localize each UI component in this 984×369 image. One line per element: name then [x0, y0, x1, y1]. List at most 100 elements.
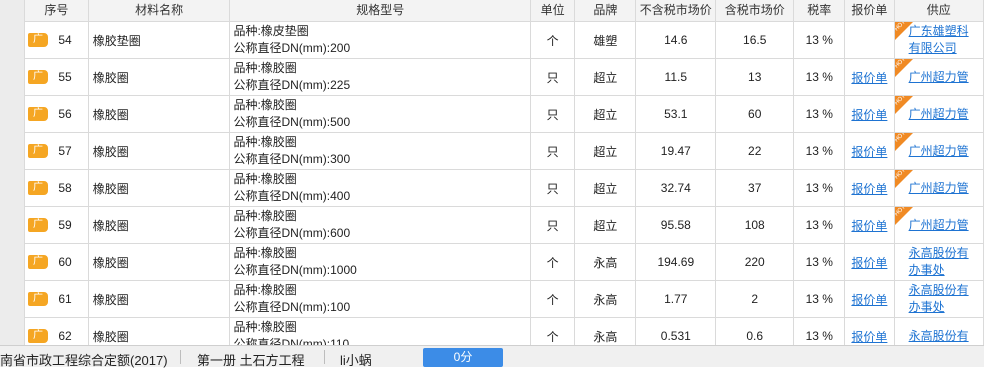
status-bar: 南省市政工程综合定额(2017) 第一册 土石方工程 li小蜗 0分 — [0, 345, 984, 369]
table-row[interactable]: 广 54 橡胶垫圈 品种:橡皮垫圈 公称直径DN(mm):200 个雄塑 14.6 16.5 1… — [24, 21, 984, 59]
quote-link[interactable]: 报价单 — [851, 330, 887, 344]
cell-material-name: 橡胶圈 — [87, 206, 231, 244]
spec-diameter: 公称直径DN(mm):400 — [233, 189, 351, 203]
column-header-tax-rate[interactable]: 税率 — [793, 0, 846, 22]
material-tag-icon[interactable]: 广 — [28, 107, 48, 122]
supplier-link[interactable]: 广州超力管 — [909, 180, 983, 197]
status-volume-name[interactable]: 第一册 土石方工程 — [197, 350, 305, 369]
quote-link[interactable]: 报价单 — [851, 145, 887, 159]
cell-seq: 广 61 — [24, 280, 89, 318]
supplier-link[interactable]: 广州超力管 — [909, 69, 983, 86]
status-user-name[interactable]: li小蜗 — [340, 350, 372, 369]
cell-price-ex-tax: 53.1 — [635, 95, 717, 133]
spec-variety: 品种:橡皮垫圈 — [233, 24, 309, 38]
quote-link[interactable]: 报价单 — [851, 108, 887, 122]
supplier-link[interactable]: 广州超力管 — [909, 106, 983, 123]
table-row[interactable]: 广 55 橡胶圈 品种:橡胶圈 公称直径DN(mm):225 只超立 11.5 13 13 % 报… — [24, 58, 984, 96]
cell-price-in-tax: 22 — [715, 132, 795, 170]
cell-price-ex-tax: 32.74 — [635, 169, 717, 207]
material-tag-icon[interactable]: 广 — [28, 292, 48, 307]
cell-price-in-tax: 16.5 — [715, 21, 795, 59]
spec-variety: 品种:橡胶圈 — [233, 209, 297, 223]
spec-variety: 品种:橡胶圈 — [233, 61, 297, 75]
cell-brand: 超立 — [574, 132, 637, 170]
cell-price-ex-tax: 19.47 — [635, 132, 717, 170]
table-row[interactable]: 广 56 橡胶圈 品种:橡胶圈 公称直径DN(mm):500 只超立 53.1 60 13 % 报… — [24, 95, 984, 133]
supplier-link[interactable]: 永高股份有 — [909, 282, 983, 299]
cell-material-name: 橡胶圈 — [87, 95, 231, 133]
material-tag-icon[interactable]: 广 — [28, 33, 48, 48]
quote-link[interactable]: 报价单 — [851, 256, 887, 270]
column-header-spec[interactable]: 规格型号 — [229, 0, 532, 22]
cell-unit: 只 — [530, 132, 576, 170]
cell-brand: 永高 — [574, 280, 637, 318]
cell-tax-rate: 13 % — [793, 58, 846, 96]
hot-badge-label: HOT — [894, 169, 907, 181]
quote-link[interactable]: 报价单 — [851, 219, 887, 233]
column-header-brand[interactable]: 品牌 — [574, 0, 637, 22]
cell-unit: 只 — [530, 206, 576, 244]
supplier-link-line2[interactable]: 有限公司 — [909, 40, 983, 57]
cell-supplier: HOT 广东雄塑科 有限公司 — [893, 21, 984, 59]
material-tag-icon[interactable]: 广 — [28, 255, 48, 270]
quote-link[interactable]: 报价单 — [851, 182, 887, 196]
column-header-seq[interactable]: 序号 — [24, 0, 89, 22]
column-header-supplier[interactable]: 供应 — [893, 0, 984, 22]
table-row[interactable]: 广 58 橡胶圈 品种:橡胶圈 公称直径DN(mm):400 只超立 32.74 37 13 %… — [24, 169, 984, 207]
cell-unit: 只 — [530, 95, 576, 133]
cell-unit: 个 — [530, 21, 576, 59]
supplier-link[interactable]: 广州超力管 — [909, 217, 983, 234]
material-tag-icon[interactable]: 广 — [28, 329, 48, 344]
table-row[interactable]: 广 60 橡胶圈 品种:橡胶圈 公称直径DN(mm):1000 个永高 194.69 220 1… — [24, 243, 984, 281]
supplier-link-line2[interactable]: 办事处 — [909, 262, 983, 279]
hot-badge-label: HOT — [894, 132, 907, 144]
cell-tax-rate: 13 % — [793, 132, 846, 170]
row-seq: 55 — [58, 70, 72, 85]
supplier-link-line2[interactable]: 办事处 — [909, 299, 983, 316]
hot-badge-label: HOT — [894, 95, 907, 107]
supplier-link[interactable]: 广州超力管 — [909, 143, 983, 160]
table-header-row: 序号 材料名称 规格型号 单位 品牌 不含税市场价 含税市场价 税率 报价单 供… — [24, 0, 984, 22]
material-tag-icon[interactable]: 广 — [28, 70, 48, 85]
material-tag-icon[interactable]: 广 — [28, 181, 48, 196]
cell-tax-rate: 13 % — [793, 206, 846, 244]
cell-quote: 报价单 — [844, 132, 895, 170]
row-seq: 58 — [58, 181, 72, 196]
supplier-link[interactable]: 广东雄塑科 — [909, 23, 983, 40]
cell-quote: 报价单 — [844, 243, 895, 281]
material-tag-icon[interactable]: 广 — [28, 144, 48, 159]
table-row[interactable]: 广 59 橡胶圈 品种:橡胶圈 公称直径DN(mm):600 只超立 95.58 108 13 … — [24, 206, 984, 244]
status-quota-name[interactable]: 南省市政工程综合定额(2017) — [0, 350, 168, 369]
cell-quote — [844, 21, 895, 59]
column-header-name[interactable]: 材料名称 — [87, 0, 231, 22]
cell-price-in-tax: 60 — [715, 95, 795, 133]
spec-diameter: 公称直径DN(mm):500 — [233, 115, 351, 129]
column-header-quote[interactable]: 报价单 — [844, 0, 895, 22]
cell-tax-rate: 13 % — [793, 243, 846, 281]
column-header-price-in-tax[interactable]: 含税市场价 — [715, 0, 795, 22]
cell-supplier: 永高股份有 办事处 — [893, 243, 984, 281]
table-row[interactable]: 广 61 橡胶圈 品种:橡胶圈 公称直径DN(mm):100 个永高 1.77 2 13 % 报价… — [24, 280, 984, 318]
cell-quote: 报价单 — [844, 58, 895, 96]
column-header-unit[interactable]: 单位 — [530, 0, 576, 22]
cell-seq: 广 55 — [24, 58, 89, 96]
supplier-link[interactable]: 永高股份有 — [909, 245, 983, 262]
cell-material-name: 橡胶圈 — [87, 243, 231, 281]
cell-supplier: HOT 广州超力管 — [893, 95, 984, 133]
cell-unit: 个 — [530, 280, 576, 318]
table-row[interactable]: 广 57 橡胶圈 品种:橡胶圈 公称直径DN(mm):300 只超立 19.47 22 13 %… — [24, 132, 984, 170]
quote-link[interactable]: 报价单 — [851, 293, 887, 307]
cell-material-name: 橡胶圈 — [87, 132, 231, 170]
material-tag-icon[interactable]: 广 — [28, 218, 48, 233]
cell-tax-rate: 13 % — [793, 95, 846, 133]
cell-price-in-tax: 108 — [715, 206, 795, 244]
cell-seq: 广 58 — [24, 169, 89, 207]
quote-link[interactable]: 报价单 — [851, 71, 887, 85]
column-header-price-ex-tax[interactable]: 不含税市场价 — [635, 0, 717, 22]
cell-price-in-tax: 2 — [715, 280, 795, 318]
spec-diameter: 公称直径DN(mm):200 — [233, 41, 351, 55]
spec-variety: 品种:橡胶圈 — [233, 98, 297, 112]
cell-supplier: HOT 广州超力管 — [893, 206, 984, 244]
score-button[interactable]: 0分 — [423, 348, 503, 367]
supplier-link[interactable]: 永高股份有 — [909, 328, 983, 345]
